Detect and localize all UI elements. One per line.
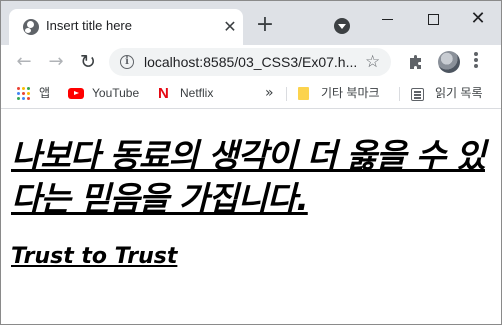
folder-icon: [298, 87, 309, 100]
divider: [286, 87, 287, 101]
window-close-button[interactable]: ✕: [463, 7, 493, 31]
browser-window: Insert title here ✕ + ✕ ← → ↻ i localhos…: [0, 0, 502, 325]
apps-dot: [22, 92, 25, 95]
page-heading: 나보다 동료의 생각이 더 옳을 수 있다는 믿음을 가집니다.: [11, 136, 486, 218]
divider: [399, 87, 400, 101]
apps-dot: [27, 92, 30, 95]
tab-search-icon[interactable]: [334, 18, 350, 34]
star-icon[interactable]: ☆: [365, 52, 380, 72]
bookmark-other[interactable]: 기타 북마크: [321, 79, 380, 108]
globe-icon: [23, 19, 39, 35]
close-icon[interactable]: ✕: [221, 18, 239, 36]
netflix-icon: N: [158, 85, 169, 102]
reload-button[interactable]: ↻: [76, 50, 100, 74]
page-subheading: Trust to Trust: [11, 244, 178, 269]
bookmarks-overflow-chevron-icon[interactable]: »: [265, 79, 274, 108]
youtube-icon: [68, 88, 84, 99]
apps-dot: [27, 87, 30, 90]
apps-dot: [22, 97, 25, 100]
apps-dot: [22, 87, 25, 90]
reading-list-icon: [411, 88, 424, 101]
apps-grid-icon: [17, 87, 31, 101]
info-icon[interactable]: i: [120, 55, 134, 69]
forward-button[interactable]: →: [44, 50, 68, 74]
apps-dot: [17, 92, 20, 95]
bookmarks-bar: 앱 YouTube N Netflix » 기타 북마크 읽기 목록: [1, 79, 501, 109]
toolbar: ← → ↻ i localhost:8585/03_CSS3/Ex07.h...…: [1, 45, 501, 79]
tab-strip: Insert title here ✕ + ✕: [1, 1, 501, 45]
address-bar[interactable]: i localhost:8585/03_CSS3/Ex07.h... ☆: [109, 48, 391, 76]
page-content: 나보다 동료의 생각이 더 옳을 수 있다는 믿음을 가집니다. Trust t…: [1, 109, 501, 324]
maximize-button[interactable]: [418, 7, 448, 31]
apps-dot: [17, 97, 20, 100]
tab-active[interactable]: Insert title here ✕: [9, 9, 243, 45]
tab-title: Insert title here: [46, 18, 132, 33]
bookmark-youtube[interactable]: YouTube: [92, 79, 139, 108]
reading-list[interactable]: 읽기 목록: [435, 79, 483, 108]
new-tab-button[interactable]: +: [255, 14, 275, 36]
apps-dot: [17, 87, 20, 90]
kebab-menu-icon[interactable]: [473, 52, 479, 72]
minimize-button[interactable]: [373, 7, 403, 31]
avatar[interactable]: [438, 51, 460, 73]
bookmark-netflix[interactable]: Netflix: [180, 79, 213, 108]
url-text[interactable]: localhost:8585/03_CSS3/Ex07.h...: [144, 54, 357, 70]
puzzle-icon[interactable]: [407, 53, 425, 71]
apps-dot: [27, 97, 30, 100]
bookmark-apps[interactable]: 앱: [39, 79, 50, 108]
back-button[interactable]: ←: [12, 50, 36, 74]
